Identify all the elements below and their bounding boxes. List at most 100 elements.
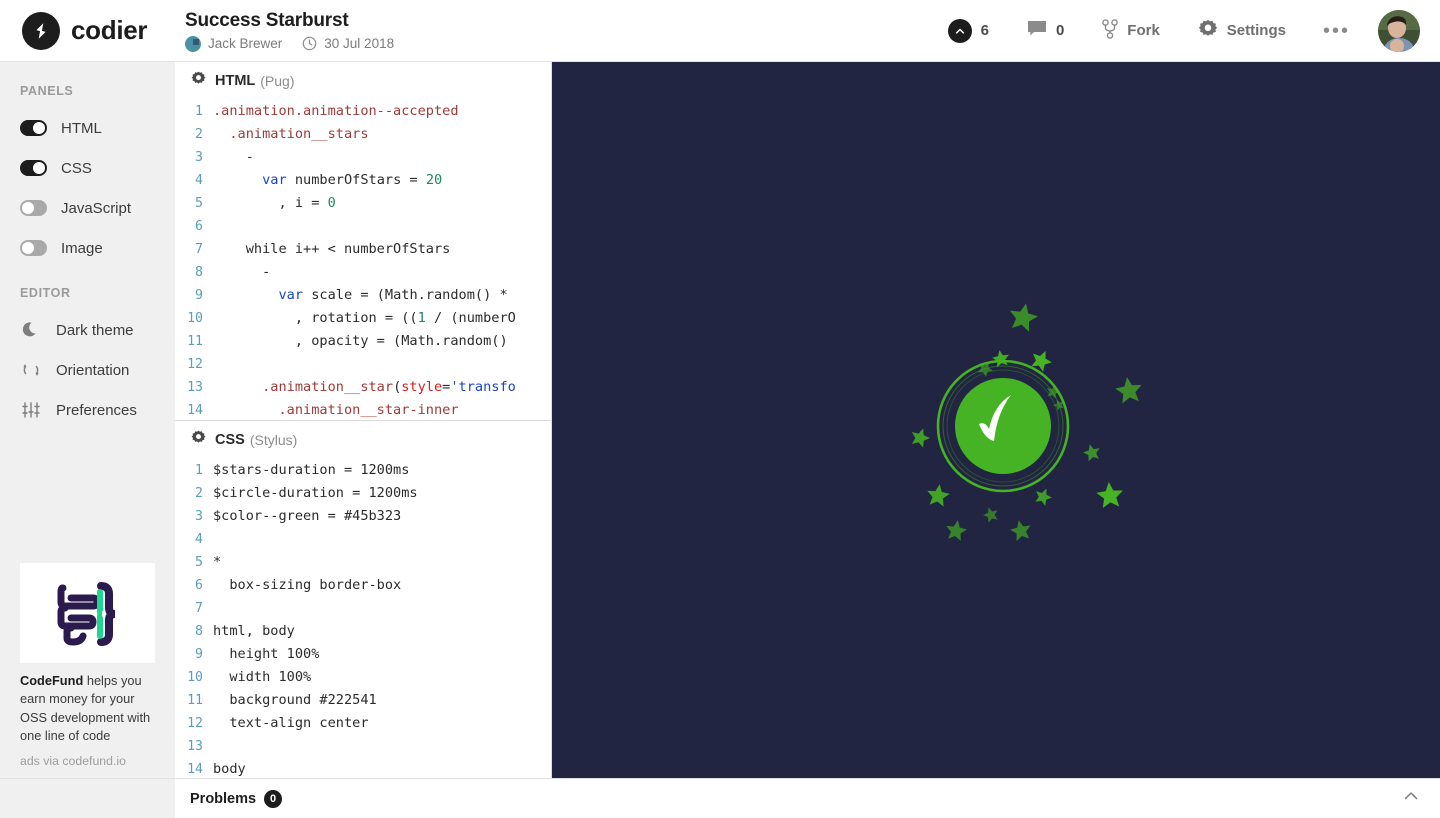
settings-label: Settings	[1226, 22, 1286, 39]
code-line: 14 .animation__star-inner	[175, 399, 551, 420]
code-line-text: -	[213, 264, 271, 280]
sidebar-item-orientation[interactable]: Orientation	[0, 350, 175, 390]
code-line-text	[213, 528, 551, 551]
code-line-text: .animation.animation--accepted	[213, 103, 459, 119]
code-line: 8 html, body	[175, 620, 551, 643]
moon-icon	[20, 321, 42, 339]
more-options-button[interactable]: •••	[1305, 21, 1368, 41]
ad-attribution[interactable]: ads via codefund.io	[20, 754, 155, 768]
sidebar-item-css[interactable]: CSS	[0, 148, 175, 188]
comments-count: 0	[1055, 22, 1065, 39]
gear-icon	[1198, 19, 1218, 43]
problems-label[interactable]: Problems	[190, 791, 256, 807]
sidebar-item-image[interactable]: Image	[0, 228, 175, 268]
line-number: 14	[187, 761, 203, 777]
line-number: 6	[195, 219, 203, 234]
sidebar-item-javascript[interactable]: JavaScript	[0, 188, 175, 228]
code-line: 2 .animation__stars	[175, 123, 551, 146]
code-line-text: .animation__stars	[213, 126, 369, 142]
html-editor-language: (Pug)	[260, 73, 295, 89]
star	[1035, 488, 1052, 506]
code-line: 11 , opacity = (Math.random()	[175, 330, 551, 353]
sidebar-item-label: JavaScript	[61, 199, 132, 217]
sidebar-item-dark-theme[interactable]: Dark theme	[0, 310, 175, 350]
line-number: 4	[195, 173, 203, 188]
sidebar-item-label: Image	[61, 239, 103, 257]
code-line-text: html, body	[213, 622, 295, 639]
line-number: 3	[195, 150, 203, 165]
brand-logo[interactable]: codier	[22, 11, 172, 50]
code-line-text: box-sizing border-box	[213, 576, 402, 593]
code-line-text	[213, 735, 551, 758]
author-name[interactable]: Jack Brewer	[208, 36, 282, 51]
code-line: 13 .animation__star(style='transfo	[175, 376, 551, 399]
line-number: 1	[195, 104, 203, 119]
sidebar-item-html[interactable]: HTML	[0, 108, 175, 148]
line-number: 11	[187, 692, 203, 708]
code-line: 13	[175, 735, 551, 758]
gear-icon[interactable]	[191, 430, 206, 450]
gear-icon[interactable]	[191, 71, 206, 91]
chevron-up-icon[interactable]	[1402, 787, 1420, 810]
ad-block[interactable]: CodeFund helps you earn money for your O…	[0, 562, 175, 778]
code-line: 12 text-align center	[175, 712, 551, 735]
line-number: 6	[195, 577, 203, 593]
line-number: 1	[195, 462, 203, 478]
code-line: 14 body	[175, 758, 551, 779]
star	[927, 484, 950, 507]
toggle-image[interactable]	[20, 240, 47, 256]
author-avatar	[185, 35, 201, 52]
css-editor-header[interactable]: CSS (Stylus)	[175, 420, 551, 459]
pen-date: 30 Jul 2018	[324, 36, 395, 52]
like-button[interactable]: 6	[929, 11, 1008, 51]
problems-bar: Problems 0	[0, 778, 1440, 818]
line-number: 8	[195, 623, 203, 639]
sidebar-heading-editor: EDITOR	[20, 286, 71, 300]
user-avatar[interactable]	[1378, 9, 1420, 52]
line-number: 10	[187, 669, 203, 685]
html-code-area[interactable]: 1 .animation.animation--accepted 2 .animat…	[175, 100, 551, 420]
line-number: 8	[195, 265, 203, 280]
settings-button[interactable]: Settings	[1179, 11, 1305, 51]
html-editor-title: HTML	[215, 73, 256, 89]
code-line-text: $color--green = #45b323	[213, 507, 402, 524]
code-line: 9 var scale = (Math.random() *	[175, 284, 551, 307]
code-line: 11 background #222541	[175, 689, 551, 712]
comment-icon	[1027, 20, 1047, 42]
sidebar-item-label: CSS	[61, 159, 92, 177]
app-body: PANELS HTML CSS JavaScript Image EDITOR	[0, 62, 1440, 778]
line-number: 3	[195, 508, 203, 524]
code-line-text: width 100%	[213, 668, 312, 685]
line-number: 4	[195, 531, 203, 547]
code-line: 3 -	[175, 146, 551, 169]
ad-text: CodeFund helps you earn money for your O…	[20, 672, 157, 746]
code-line: 3 $color--green = #45b323	[175, 505, 551, 528]
code-line: 6 box-sizing border-box	[175, 574, 551, 597]
code-line: 7 while i++ < numberOfStars	[175, 238, 551, 261]
code-line: 4 var numberOfStars = 20	[175, 169, 551, 192]
html-editor-header[interactable]: HTML (Pug)	[175, 62, 551, 100]
toggle-javascript[interactable]	[20, 200, 47, 216]
toggle-css[interactable]	[20, 160, 47, 176]
comments-button[interactable]: 0	[1008, 11, 1083, 51]
sidebar-item-preferences[interactable]: Preferences	[0, 390, 175, 430]
fork-button[interactable]: Fork	[1083, 11, 1179, 51]
code-line-text: , rotation = ((1 / (numberO	[213, 310, 516, 326]
code-line-text: background #222541	[213, 691, 377, 708]
rotate-icon	[20, 361, 42, 379]
code-line-text: -	[213, 149, 254, 165]
code-line: 8 -	[175, 261, 551, 284]
codier-logo-icon	[22, 11, 60, 50]
sidebar-item-label: Preferences	[56, 401, 137, 419]
code-line: 5 *	[175, 551, 551, 574]
code-line: 2 $circle-duration = 1200ms	[175, 482, 551, 505]
sidebar-heading-panels: PANELS	[20, 84, 74, 98]
code-line-text: var scale = (Math.random() *	[278, 287, 508, 303]
line-number: 2	[195, 127, 203, 142]
line-number: 7	[195, 242, 203, 257]
sidebar-item-label: Orientation	[56, 361, 130, 379]
toggle-html[interactable]	[20, 120, 47, 136]
star	[983, 507, 998, 523]
code-line-text: .animation__star-inner	[213, 402, 459, 418]
css-code-area[interactable]: 1 $stars-duration = 1200ms 2 $circle-durati…	[175, 459, 551, 779]
